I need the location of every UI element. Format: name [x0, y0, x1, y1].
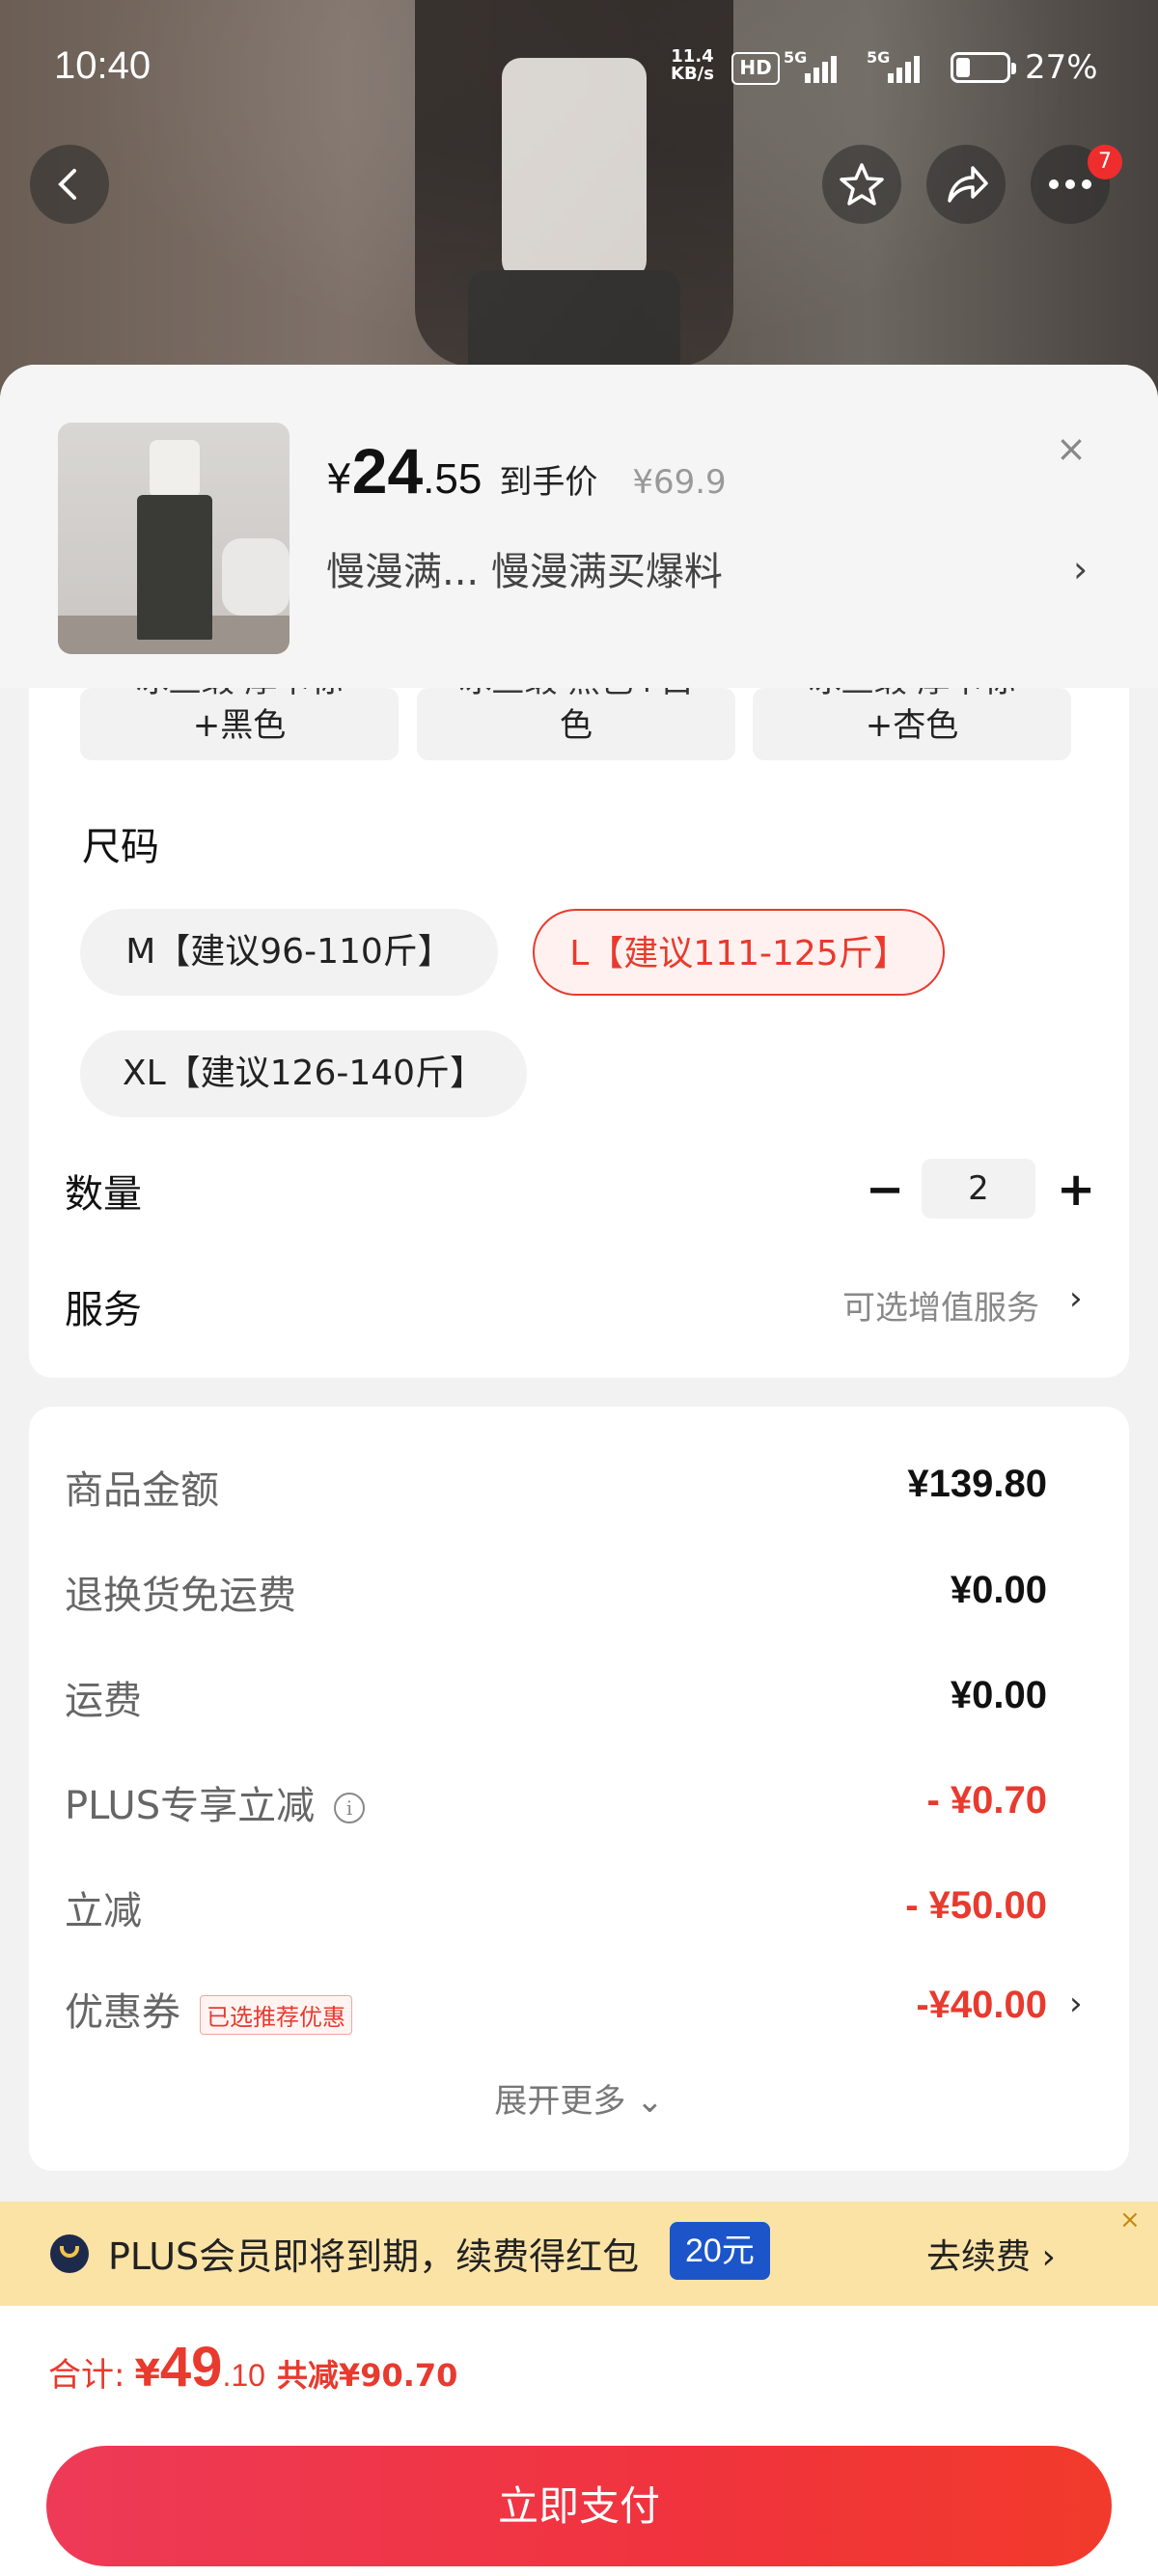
coupon-value[interactable]: -¥40.00: [916, 1984, 1047, 2027]
variant-chip-line1: 冰丝缎 厚卡标: [80, 688, 399, 703]
pay-now-button[interactable]: 立即支付: [46, 2446, 1112, 2566]
plus-logo-icon: [50, 2234, 89, 2273]
signal-icon: 5G: [784, 48, 851, 87]
quantity-minus-button[interactable]: −: [866, 1161, 904, 1219]
variant-chip-line1: 冰丝缎 黑色+白: [417, 688, 735, 703]
total-price: 合计: ¥ 49 .10 共减¥90.70: [48, 2335, 457, 2399]
price-tag: 到手价: [499, 463, 598, 502]
variant-chip-line2: +杏色: [865, 706, 959, 745]
product-thumbnail[interactable]: [58, 423, 290, 654]
fee-label-text: PLUS专享立减: [65, 1784, 316, 1828]
more-icon: [1049, 179, 1091, 189]
thumb-top: [150, 440, 200, 498]
service-chevron-icon[interactable]: ›: [1069, 1279, 1083, 1318]
fee-value: - ¥0.70: [926, 1779, 1047, 1822]
total-integer: 49: [159, 2336, 223, 2398]
battery-percent: 27%: [1025, 48, 1098, 87]
variant-chip-line1: 冰丝缎 厚卡标: [753, 688, 1071, 703]
quantity-input[interactable]: 2: [922, 1159, 1035, 1219]
signal-label: 5G: [784, 48, 808, 67]
notification-badge: 7: [1088, 145, 1122, 179]
total-saved: 共减¥90.70: [276, 2357, 458, 2394]
network-speed: 11.4 KB/s: [671, 48, 714, 83]
service-label: 服务: [65, 1288, 142, 1332]
fee-value: ¥139.80: [907, 1463, 1047, 1505]
fee-value: ¥0.00: [950, 1674, 1047, 1716]
fee-label: 商品金额: [65, 1459, 219, 1515]
total-decimal: .10: [222, 2358, 265, 2393]
original-price: ¥69.9: [632, 463, 727, 502]
renew-button[interactable]: 去续费 ›: [926, 2229, 1056, 2279]
size-section-title: 尺码: [82, 825, 159, 869]
status-bar: 10:40 11.4 KB/s HD 5G 5G 27%: [0, 39, 1158, 96]
variant-chip-line2: +黑色: [192, 706, 287, 745]
promo-chevron-icon[interactable]: ›: [1073, 548, 1088, 590]
promo-text[interactable]: 慢漫满... 慢漫满买爆料: [326, 540, 723, 596]
fee-value: - ¥50.00: [905, 1884, 1047, 1927]
quantity-label: 数量: [65, 1172, 142, 1217]
fee-label: PLUS专享立减 i: [65, 1774, 366, 1830]
close-button[interactable]: ×: [1052, 429, 1090, 468]
star-icon: [840, 163, 884, 206]
close-icon[interactable]: ×: [1119, 2206, 1141, 2234]
price-currency: ¥: [326, 455, 352, 503]
variant-chip[interactable]: 冰丝缎 厚卡标 +黑色: [80, 688, 399, 760]
battery-icon: [951, 52, 1016, 83]
fee-label: 立减: [65, 1879, 142, 1935]
variant-chip[interactable]: 冰丝缎 黑色+白 色: [417, 688, 735, 760]
plus-renewal-text: PLUS会员即将到期，续费得红包: [108, 2235, 640, 2278]
total-currency: ¥: [134, 2352, 160, 2395]
status-time: 10:40: [54, 44, 152, 87]
info-icon[interactable]: i: [334, 1793, 366, 1823]
price-row: ¥ 24 .55 到手价 ¥69.9: [326, 434, 727, 507]
signal-icon-2: 5G: [867, 48, 934, 87]
fee-label-text: 退换货免运费: [65, 1574, 296, 1618]
fee-label-text: 商品金额: [65, 1468, 219, 1513]
fee-label: 运费: [65, 1669, 142, 1725]
coupon-chevron-icon[interactable]: ›: [1069, 1985, 1083, 2023]
size-option-l[interactable]: L【建议111-125斤】: [533, 909, 945, 996]
back-button[interactable]: [30, 145, 109, 224]
size-option-xl[interactable]: XL【建议126-140斤】: [80, 1030, 527, 1117]
chevron-left-icon: [58, 169, 76, 200]
price-decimal: .55: [423, 455, 482, 503]
share-icon: [948, 166, 988, 203]
thumb-sofa: [222, 538, 290, 616]
network-speed-unit: KB/s: [671, 64, 714, 84]
fee-label-text: 运费: [65, 1679, 142, 1723]
variant-chip[interactable]: 冰丝缎 厚卡标 +杏色: [753, 688, 1071, 760]
thumb-pants: [137, 495, 212, 640]
plus-red-packet-amount: 20元: [670, 2222, 770, 2280]
quantity-plus-button[interactable]: +: [1057, 1161, 1095, 1219]
service-hint[interactable]: 可选增值服务: [842, 1281, 1039, 1329]
fee-label: 退换货免运费: [65, 1564, 296, 1620]
hd-icon: HD: [731, 52, 780, 85]
fee-label-text: 立减: [65, 1889, 142, 1933]
total-label: 合计:: [48, 2356, 125, 2395]
favorite-button[interactable]: [822, 145, 901, 224]
fee-label-text: 优惠券: [65, 1990, 180, 2035]
size-option-m[interactable]: M【建议96-110斤】: [80, 909, 498, 996]
variant-chip-line2: 色: [560, 706, 593, 745]
signal-label-2: 5G: [867, 48, 891, 67]
price-integer: 24: [351, 435, 424, 507]
share-button[interactable]: [926, 145, 1006, 224]
fee-label: 优惠券 已选推荐优惠: [65, 1981, 352, 2037]
fee-value: ¥0.00: [950, 1569, 1047, 1611]
expand-more-button[interactable]: 展开更多 ⌄: [0, 2074, 1158, 2122]
coupon-tag: 已选推荐优惠: [200, 1994, 352, 2035]
